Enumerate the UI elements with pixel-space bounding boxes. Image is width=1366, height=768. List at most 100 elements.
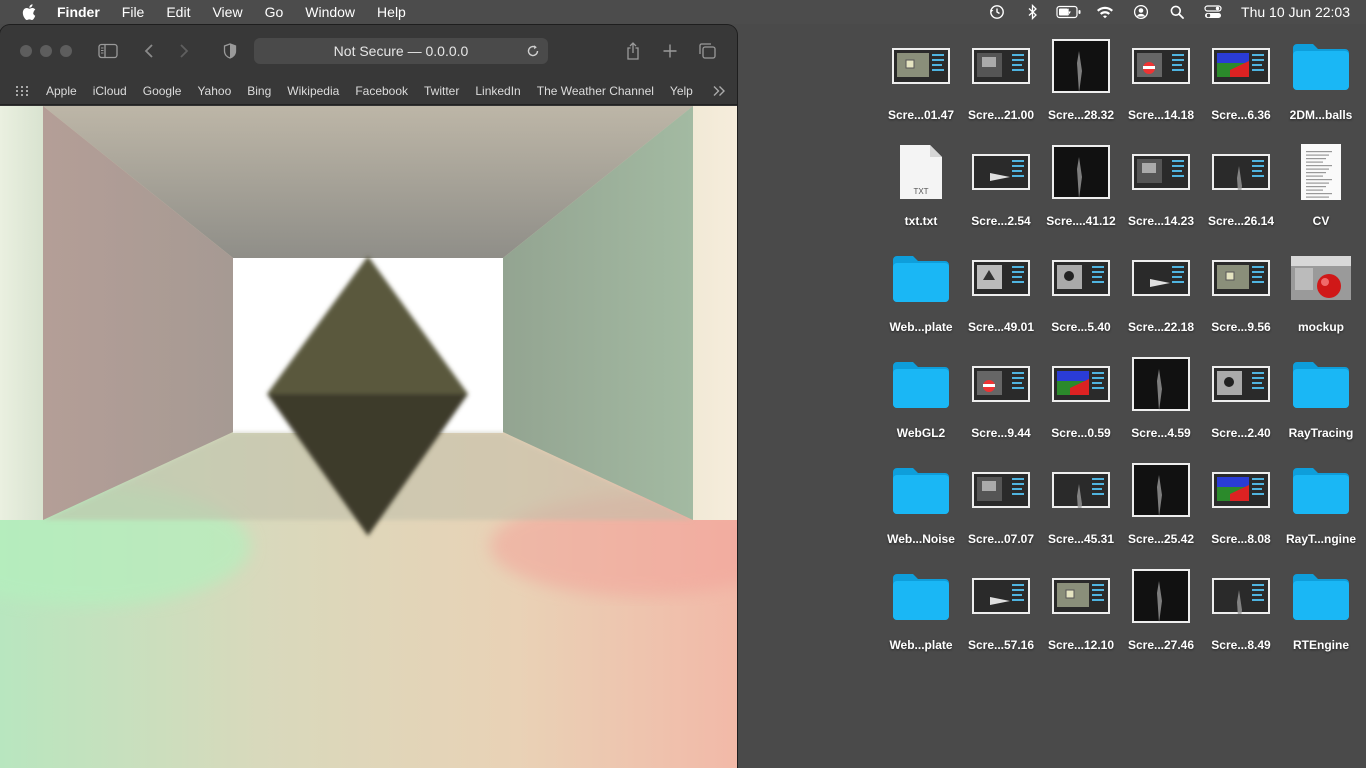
screenshot-thumbnail-icon <box>1132 246 1190 310</box>
desktop-icon-label: RayTracing <box>1288 426 1354 440</box>
desktop-folder[interactable]: 2DM...balls <box>1281 34 1361 126</box>
zoom-window-button[interactable] <box>60 45 72 57</box>
desktop-icon-label: Scre...14.23 <box>1127 214 1195 228</box>
menu-view[interactable]: View <box>201 0 253 24</box>
desktop-folder[interactable]: WebGL2 <box>881 352 961 444</box>
favorite-twitter[interactable]: Twitter <box>416 84 467 98</box>
desktop-file[interactable]: Scre...9.44 <box>961 352 1041 444</box>
forward-icon[interactable] <box>172 40 196 62</box>
favorite-google[interactable]: Google <box>135 84 190 98</box>
desktop-file[interactable]: Scre....41.12 <box>1041 140 1121 232</box>
menu-window[interactable]: Window <box>294 0 366 24</box>
desktop-file[interactable]: Scre...4.59 <box>1121 352 1201 444</box>
battery-icon[interactable] <box>1051 0 1087 24</box>
desktop-file[interactable]: TXT txt.txt <box>881 140 961 232</box>
desktop-folder[interactable]: RayT...ngine <box>1281 458 1361 550</box>
desktop-file[interactable]: Scre...2.40 <box>1201 352 1281 444</box>
reload-icon[interactable] <box>524 42 542 60</box>
screenshot-thumbnail-icon <box>972 246 1030 310</box>
desktop-file[interactable]: Scre...12.10 <box>1041 564 1121 656</box>
screenshot-thumbnail-icon <box>1132 140 1190 204</box>
desktop-file[interactable]: Scre...57.16 <box>961 564 1041 656</box>
desktop-folder[interactable]: RTEngine <box>1281 564 1361 656</box>
desktop-file[interactable]: Scre...5.40 <box>1041 246 1121 338</box>
desktop-file[interactable]: mockup <box>1281 246 1361 338</box>
desktop-file[interactable]: Scre...07.07 <box>961 458 1041 550</box>
favorite-bing[interactable]: Bing <box>239 84 279 98</box>
desktop-file[interactable]: Scre...26.14 <box>1201 140 1281 232</box>
user-icon[interactable] <box>1123 0 1159 24</box>
menu-file[interactable]: File <box>111 0 156 24</box>
favorites-grid-icon[interactable] <box>14 83 30 99</box>
wifi-icon[interactable] <box>1087 0 1123 24</box>
screenshot-thumbnail-icon <box>1212 564 1270 628</box>
desktop-file[interactable]: Scre...9.56 <box>1201 246 1281 338</box>
screenshot-thumbnail-icon <box>1132 34 1190 98</box>
bluetooth-icon[interactable] <box>1015 0 1051 24</box>
favorite-facebook[interactable]: Facebook <box>347 84 416 98</box>
desktop-file[interactable]: Scre...21.00 <box>961 34 1041 126</box>
screenshot-thumbnail-icon <box>972 564 1030 628</box>
menu-app-name[interactable]: Finder <box>52 0 111 24</box>
time-machine-icon[interactable] <box>979 0 1015 24</box>
screenshot-thumbnail-icon <box>1132 564 1190 628</box>
desktop-file[interactable]: Scre...22.18 <box>1121 246 1201 338</box>
tab-overview-icon[interactable] <box>695 40 719 62</box>
search-icon[interactable] <box>1159 0 1195 24</box>
desktop-folder[interactable]: Web...plate <box>881 246 961 338</box>
favorite-icloud[interactable]: iCloud <box>85 84 135 98</box>
privacy-shield-icon[interactable] <box>218 40 242 62</box>
new-tab-icon[interactable] <box>658 40 682 62</box>
desktop-folder[interactable]: RayTracing <box>1281 352 1361 444</box>
desktop-icon-label: 2DM...balls <box>1289 108 1353 122</box>
close-window-button[interactable] <box>20 45 32 57</box>
desktop-file[interactable]: Scre...01.47 <box>881 34 961 126</box>
desktop-file[interactable]: Scre...6.36 <box>1201 34 1281 126</box>
minimize-window-button[interactable] <box>40 45 52 57</box>
desktop-icon-label: Scre...49.01 <box>967 320 1035 334</box>
menu-help[interactable]: Help <box>366 0 417 24</box>
desktop-file[interactable]: Scre...45.31 <box>1041 458 1121 550</box>
favorite-yelp[interactable]: Yelp <box>662 84 701 98</box>
desktop-icon-label: Scre...21.00 <box>967 108 1035 122</box>
menu-go[interactable]: Go <box>254 0 295 24</box>
desktop-file[interactable]: Scre...8.08 <box>1201 458 1281 550</box>
desktop-folder[interactable]: Web...plate <box>881 564 961 656</box>
desktop-file[interactable]: Scre...49.01 <box>961 246 1041 338</box>
apple-menu-icon[interactable] <box>20 3 38 21</box>
back-icon[interactable] <box>137 40 161 62</box>
screenshot-thumbnail-icon <box>1212 352 1270 416</box>
favorite-the-weather-channel[interactable]: The Weather Channel <box>529 84 662 98</box>
folder-icon <box>1291 34 1351 98</box>
desktop-file[interactable]: Scre...0.59 <box>1041 352 1121 444</box>
desktop-file[interactable]: Scre...27.46 <box>1121 564 1201 656</box>
favorite-linkedin[interactable]: LinkedIn <box>467 84 528 98</box>
desktop-file[interactable]: Scre...14.23 <box>1121 140 1201 232</box>
screenshot-thumbnail-icon <box>972 140 1030 204</box>
sidebar-toggle-icon[interactable] <box>96 40 120 62</box>
share-icon[interactable] <box>621 40 645 62</box>
desktop-file[interactable]: Scre...14.18 <box>1121 34 1201 126</box>
screenshot-thumbnail-icon <box>1052 140 1110 204</box>
web-content[interactable] <box>0 106 737 768</box>
desktop-icon-label: Web...plate <box>889 320 953 334</box>
desktop-icon-label: Scre....41.12 <box>1046 214 1116 228</box>
favorite-yahoo[interactable]: Yahoo <box>189 84 239 98</box>
screenshot-thumbnail-icon <box>1052 246 1110 310</box>
menu-edit[interactable]: Edit <box>155 0 201 24</box>
raytraced-scene-canvas[interactable] <box>0 106 737 768</box>
favorite-wikipedia[interactable]: Wikipedia <box>279 84 347 98</box>
desktop-icon-label: txt.txt <box>904 214 938 228</box>
menu-clock[interactable]: Thu 10 Jun 22:03 <box>1231 4 1366 20</box>
desktop-folder[interactable]: Web...Noise <box>881 458 961 550</box>
desktop-file[interactable]: Scre...28.32 <box>1041 34 1121 126</box>
desktop-file[interactable]: CV <box>1281 140 1361 232</box>
desktop-file[interactable]: Scre...8.49 <box>1201 564 1281 656</box>
desktop-file[interactable]: Scre...2.54 <box>961 140 1041 232</box>
desktop-file[interactable]: Scre...25.42 <box>1121 458 1201 550</box>
favorites-overflow-icon[interactable] <box>711 83 727 99</box>
control-center-icon[interactable] <box>1195 0 1231 24</box>
address-bar[interactable]: Not Secure — 0.0.0.0 <box>254 38 548 64</box>
favorite-apple[interactable]: Apple <box>38 84 85 98</box>
desktop-icon-label: Scre...6.36 <box>1211 108 1271 122</box>
